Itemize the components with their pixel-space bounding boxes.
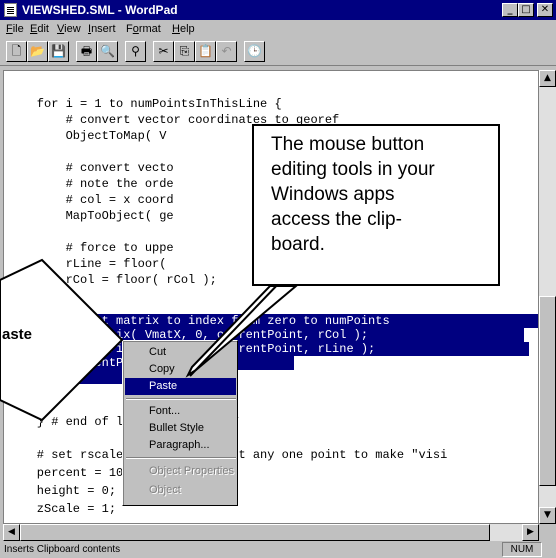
- save-disk-icon: 💾: [51, 44, 66, 58]
- toolbar: 🗋 📂 💾 🖶 🔍 ⚲ ✂ ⎘ 📋 ↶ 🕒: [0, 38, 556, 66]
- print-button[interactable]: 🖶: [76, 41, 97, 62]
- insert-datetime-button[interactable]: 🕒: [244, 41, 265, 62]
- insert-datetime-icon: 🕒: [247, 44, 262, 58]
- context-menu-copy[interactable]: Copy: [125, 361, 236, 378]
- code-line: # note the orde: [8, 177, 174, 191]
- close-button[interactable]: ✕: [537, 3, 553, 17]
- cut-button[interactable]: ✂: [153, 41, 174, 62]
- context-menu-paragraph[interactable]: Paragraph...: [125, 437, 236, 454]
- context-menu-object: Object: [149, 484, 181, 496]
- maximize-button[interactable]: □: [518, 3, 534, 17]
- num-lock-indicator: NUM: [502, 542, 542, 557]
- menu-file[interactable]: File: [6, 23, 24, 35]
- scroll-up-arrow-icon[interactable]: ▲: [539, 70, 556, 87]
- scroll-right-arrow-icon[interactable]: ▶: [522, 524, 539, 541]
- vertical-scroll-thumb[interactable]: [539, 296, 556, 486]
- code-line: # want matrix to index from zero to numP…: [8, 314, 390, 328]
- scroll-left-arrow-icon[interactable]: ◀: [3, 524, 20, 541]
- wordpad-document-icon[interactable]: [4, 3, 17, 17]
- cut-scissors-icon: ✂: [158, 44, 169, 58]
- menu-edit[interactable]: Edit: [30, 23, 49, 35]
- window-title: VIEWSHED.SML - WordPad: [22, 3, 178, 17]
- scroll-down-arrow-icon[interactable]: ▼: [539, 507, 556, 524]
- code-line: # force to uppe: [8, 241, 174, 255]
- new-document-icon: 🗋: [11, 44, 22, 58]
- wordpad-window: VIEWSHED.SML - WordPad _ □ ✕ File Edit V…: [0, 0, 556, 558]
- menu-bar: File Edit View Insert Format Help: [0, 20, 556, 38]
- horizontal-scrollbar[interactable]: ◀ ▶: [3, 524, 539, 541]
- menu-view[interactable]: View: [57, 23, 81, 35]
- find-binoculars-icon: ⚲: [131, 44, 140, 58]
- context-menu-object-properties: Object Properties: [149, 465, 234, 477]
- menu-help[interactable]: Help: [172, 23, 195, 35]
- context-menu-bullet-style[interactable]: Bullet Style: [125, 420, 236, 437]
- paste-clipboard-icon: 📋: [198, 44, 213, 58]
- menu-separator: [126, 398, 236, 400]
- copy-button[interactable]: ⎘: [174, 41, 195, 62]
- open-folder-icon: 📂: [30, 44, 45, 58]
- context-menu: Cut Copy Paste Font... Bullet Style Para…: [122, 340, 238, 506]
- menu-insert[interactable]: Insert: [88, 23, 116, 35]
- code-line: rCol = floor( rCol );: [8, 273, 217, 287]
- minimize-button[interactable]: _: [502, 3, 518, 17]
- new-button[interactable]: 🗋: [6, 41, 27, 62]
- print-preview-button[interactable]: 🔍: [97, 41, 118, 62]
- paste-button[interactable]: 📋: [195, 41, 216, 62]
- copy-icon: ⎘: [179, 44, 190, 58]
- find-button[interactable]: ⚲: [125, 41, 146, 62]
- menu-separator: [126, 457, 236, 459]
- menu-format[interactable]: Format: [126, 23, 161, 35]
- print-preview-icon: 🔍: [100, 44, 115, 58]
- status-message: Inserts Clipboard contents: [4, 544, 121, 555]
- undo-icon: ↶: [221, 44, 232, 58]
- title-bar[interactable]: VIEWSHED.SML - WordPad _ □ ✕: [0, 0, 556, 20]
- status-bar: Inserts Clipboard contents NUM: [0, 541, 556, 558]
- open-button[interactable]: 📂: [27, 41, 48, 62]
- code-line: zScale = 1;: [8, 502, 117, 516]
- context-menu-font[interactable]: Font...: [125, 403, 236, 420]
- save-button[interactable]: 💾: [48, 41, 69, 62]
- code-line: }: [8, 370, 73, 384]
- code-line: height = 0;: [8, 484, 117, 498]
- callout-box: The mouse button editing tools in your W…: [252, 124, 500, 286]
- arrow-paste-label: aste: [2, 326, 33, 343]
- context-menu-cut[interactable]: Cut: [125, 344, 236, 361]
- context-menu-paste[interactable]: Paste: [125, 378, 236, 395]
- code-line: for i = 1 to numPointsInThisLine {: [8, 97, 282, 111]
- code-line: # col = x coord: [8, 193, 174, 207]
- code-line: rLine = floor(: [8, 257, 167, 271]
- undo-button[interactable]: ↶: [216, 41, 237, 62]
- vertical-scrollbar[interactable]: ▲ ▼: [539, 70, 556, 524]
- horizontal-scroll-thumb[interactable]: [20, 524, 490, 541]
- print-icon: 🖶: [80, 44, 93, 58]
